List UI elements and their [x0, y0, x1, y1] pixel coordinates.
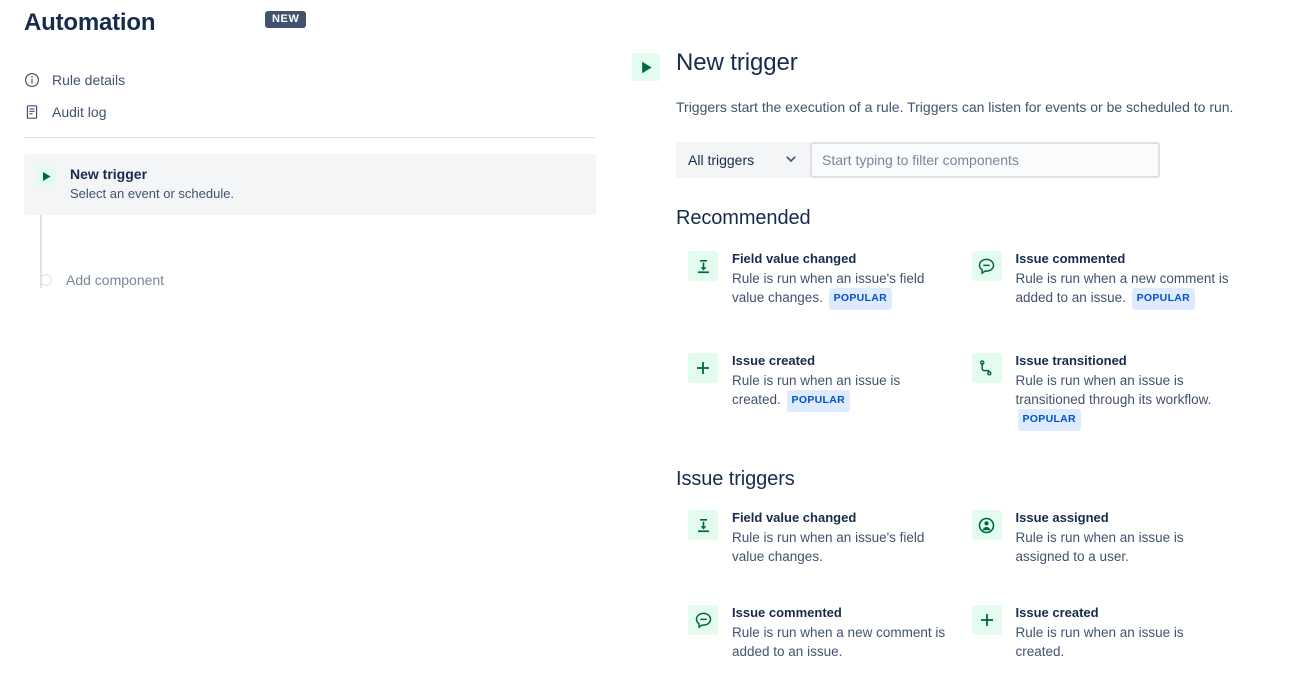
- flow-card-title: New trigger: [70, 166, 148, 182]
- automation-page: Automation NEW Rule details Audit log Ne…: [0, 0, 1303, 676]
- play-triangle-icon: [632, 53, 660, 81]
- trigger-card-desc: Rule is run when an issue is assigned to…: [1015, 530, 1184, 564]
- plus-icon: [971, 605, 1002, 635]
- popular-badge: POPULAR: [1131, 288, 1196, 310]
- sidebar-item-label: Audit log: [52, 104, 107, 120]
- page-title: Automation: [24, 9, 156, 36]
- add-component-label: Add component: [66, 272, 165, 288]
- person-icon: [971, 510, 1002, 540]
- trigger-card-title: Issue commented: [732, 605, 842, 620]
- field-value-changed-icon: [688, 251, 718, 281]
- dropdown-value: All triggers: [688, 152, 755, 168]
- chevron-down-icon: [784, 152, 798, 169]
- popular-badge: POPULAR: [828, 288, 893, 310]
- trigger-card-desc: Rule is run when a new comment is added …: [1016, 269, 1231, 310]
- flow-card-subtitle: Select an event or schedule.: [70, 186, 235, 201]
- section-title: Recommended: [676, 207, 811, 229]
- trigger-card-desc: Rule is run when an issue is created.: [1015, 625, 1184, 659]
- comment-icon: [971, 251, 1002, 281]
- play-triangle-icon: [36, 166, 56, 186]
- rule-flow: New trigger Select an event or schedule.…: [0, 154, 620, 290]
- main-description: Triggers start the execution of a rule. …: [676, 99, 1234, 115]
- trigger-card-issue-created[interactable]: Issue created Rule is run when an issue …: [960, 596, 1244, 669]
- trigger-card-desc: Rule is run when an issue's field value …: [732, 269, 947, 310]
- trigger-card-desc: Rule is run when an issue is transitione…: [1016, 371, 1231, 431]
- main-panel: New trigger Triggers start the execution…: [620, 0, 1303, 676]
- trigger-card-title: Issue assigned: [1015, 510, 1109, 525]
- trigger-card-issue-created[interactable]: Issue created Rule is run when an issue …: [676, 342, 960, 441]
- sidebar-divider: [24, 137, 596, 138]
- new-badge: NEW: [265, 11, 307, 28]
- trigger-card-issue-commented[interactable]: Issue commented Rule is run when a new c…: [960, 240, 1244, 320]
- trigger-card-desc: Rule is run when a new comment is added …: [732, 625, 946, 659]
- flow-card-new-trigger[interactable]: New trigger Select an event or schedule.: [24, 154, 596, 215]
- sidebar-item-label: Rule details: [52, 72, 126, 88]
- trigger-card-issue-assigned[interactable]: Issue assigned Rule is run when an issue…: [960, 501, 1244, 574]
- section-title: Issue triggers: [676, 468, 795, 490]
- trigger-card-issue-commented[interactable]: Issue commented Rule is run when a new c…: [676, 596, 960, 669]
- popular-badge: POPULAR: [1017, 409, 1081, 431]
- document-icon: [24, 104, 40, 120]
- trigger-card-title: Field value changed: [732, 510, 857, 525]
- sidebar-item-rule-details[interactable]: Rule details: [24, 64, 596, 96]
- sidebar-nav: Rule details Audit log: [0, 64, 620, 128]
- trigger-card-title: Field value changed: [732, 251, 857, 266]
- sidebar-item-audit-log[interactable]: Audit log: [24, 96, 596, 128]
- add-component-button[interactable]: Add component: [24, 270, 596, 290]
- filter-row: All triggers: [676, 142, 1243, 178]
- trigger-card-title: Issue created: [1015, 605, 1099, 620]
- comment-icon: [688, 605, 718, 635]
- sidebar: Automation NEW Rule details Audit log Ne…: [0, 0, 620, 676]
- trigger-card-title: Issue transitioned: [1015, 353, 1127, 368]
- main-header: New trigger: [632, 48, 1243, 81]
- trigger-card-title: Issue commented: [1015, 251, 1126, 266]
- trigger-grid: Field value changed Rule is run when an …: [676, 501, 1243, 676]
- info-circle-icon: [24, 72, 40, 88]
- trigger-card-issue-transitioned[interactable]: Issue transitioned Rule is run when an i…: [960, 342, 1244, 441]
- popular-badge: POPULAR: [786, 390, 850, 412]
- trigger-card-field-value-changed[interactable]: Field value changed Rule is run when an …: [676, 501, 960, 574]
- sidebar-header: Automation: [0, 0, 620, 48]
- trigger-card-desc: Rule is run when an issue is created. PO…: [732, 371, 947, 412]
- trigger-card-desc: Rule is run when an issue's field value …: [732, 530, 925, 564]
- main-title: New trigger: [676, 49, 798, 76]
- trigger-grid: Field value changed Rule is run when an …: [676, 240, 1243, 441]
- trigger-type-dropdown[interactable]: All triggers: [676, 142, 810, 178]
- section-recommended: Recommended Field value changed Rule is: [676, 206, 1243, 441]
- transition-icon: [971, 353, 1002, 383]
- section-issue-triggers: Issue triggers Field value changed Rule: [676, 467, 1243, 676]
- trigger-card-title: Issue created: [732, 353, 816, 368]
- trigger-card-field-value-changed[interactable]: Field value changed Rule is run when an …: [676, 240, 960, 320]
- filter-components-input[interactable]: [810, 142, 1160, 178]
- plus-icon: [688, 353, 718, 383]
- field-value-changed-icon: [688, 510, 718, 540]
